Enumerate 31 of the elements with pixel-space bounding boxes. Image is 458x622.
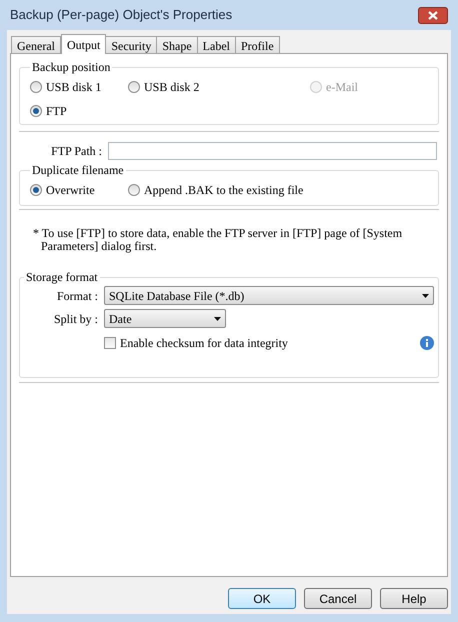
tab[interactable]: Profile [234,36,280,53]
radio-button[interactable]: USB disk 2 [128,78,306,96]
tab[interactable]: Label [196,36,236,53]
dialog-button[interactable]: Help [380,588,448,609]
ftp-path-field[interactable] [108,142,437,160]
dialog-button[interactable]: OK [228,588,296,609]
close-icon [428,10,438,20]
dialog-button[interactable]: Cancel [304,588,372,609]
caret-icon [214,316,221,320]
split-by-dropdown[interactable]: Date [104,309,226,328]
checksum-checkbox[interactable]: Enable checksum for data integrity [104,334,288,352]
tab[interactable]: Output [60,34,106,54]
format-dropdown[interactable]: SQLite Database File (*.db) [104,286,434,305]
info-icon[interactable] [420,336,434,350]
radio-button[interactable]: Append .BAK to the existing file [128,181,428,199]
field-label: Split by : [52,310,98,328]
caret-icon [422,294,429,298]
tab[interactable]: General [11,36,61,53]
group-title: Duplicate filename [31,162,125,179]
group-title: Storage format [25,269,99,286]
close-button[interactable] [418,6,448,24]
tab[interactable]: Security [105,36,158,53]
radio-button[interactable]: USB disk 1 [30,78,128,96]
field-label: FTP Path : [50,143,102,160]
field-label: Format : [56,288,98,304]
radio-button[interactable]: Overwrite [30,181,128,199]
radio-button[interactable]: FTP [30,102,128,120]
group-title: Backup position [31,59,112,76]
note-text: * To use [FTP] to store data, enable the FTP server in [FTP] page of [System Parameters] dialog first. [33,227,404,253]
window-title: Backup (Per-page) Object's Properties [10,6,232,24]
tab[interactable]: Shape [156,36,198,53]
